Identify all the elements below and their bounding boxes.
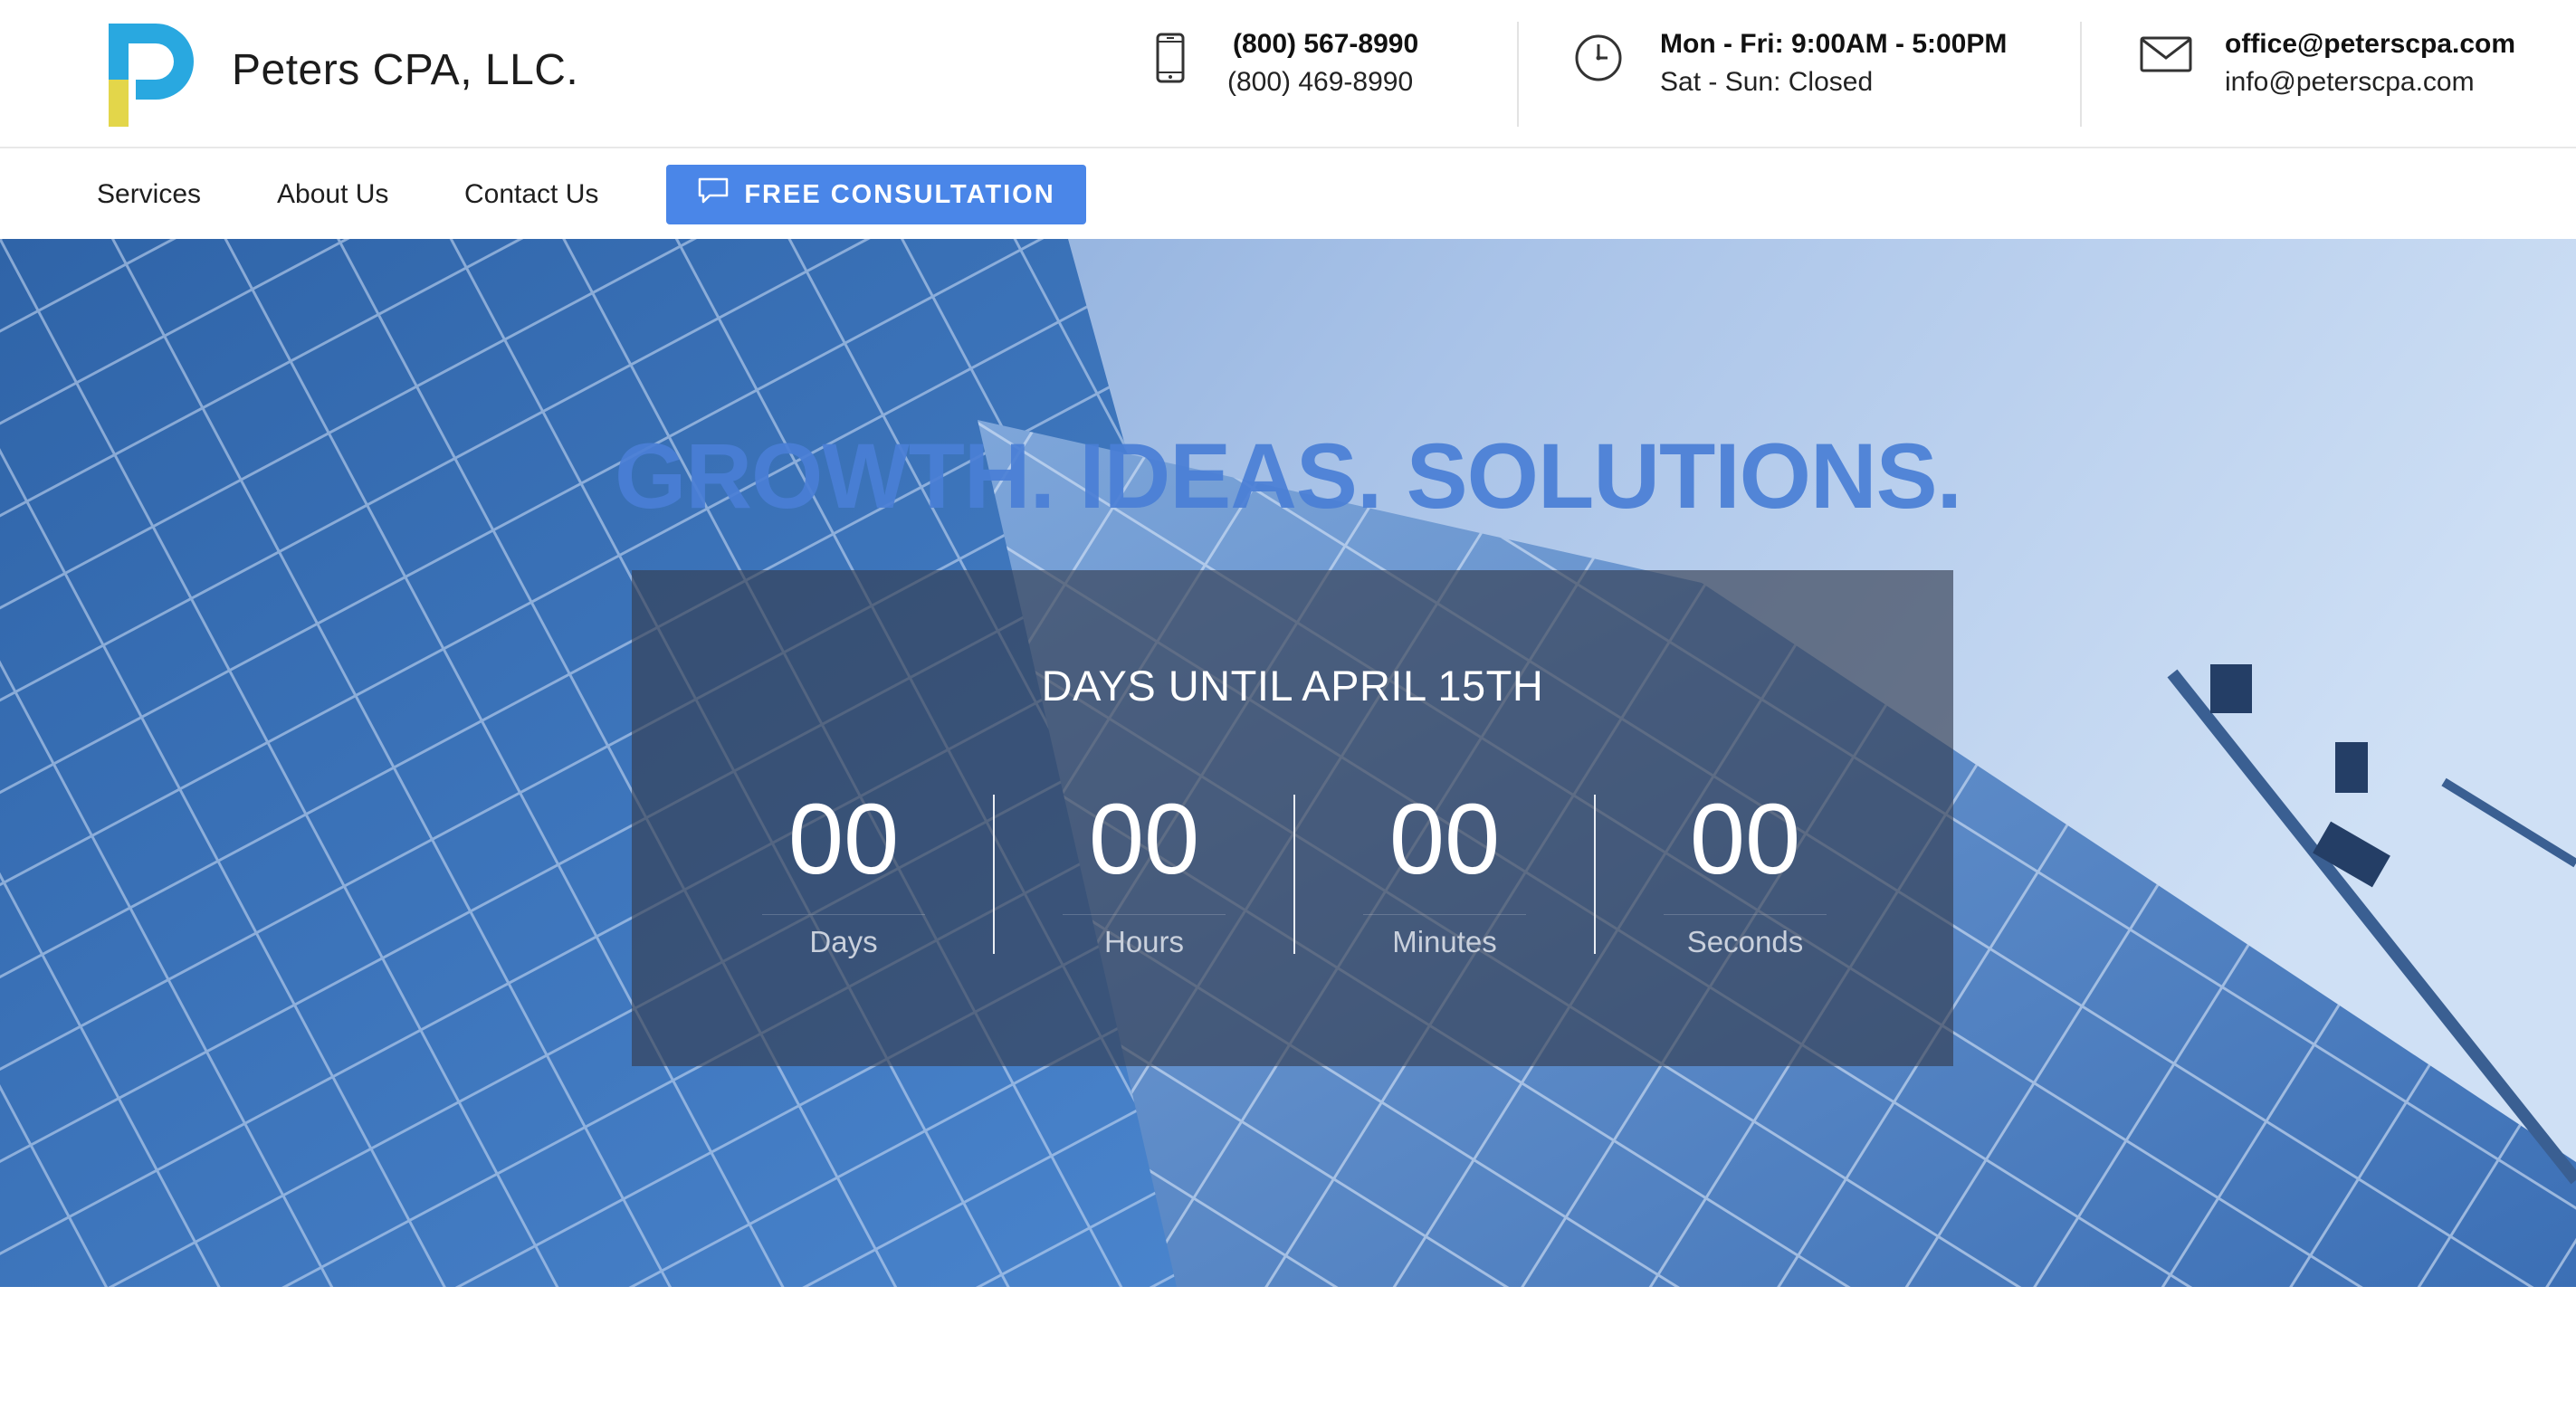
countdown-underline [1363, 914, 1526, 915]
free-consultation-button[interactable]: FREE CONSULTATION [666, 165, 1086, 224]
hours-weekdays: Mon - Fri: 9:00AM - 5:00PM [1660, 29, 2008, 59]
countdown-underline [1664, 914, 1827, 915]
logo-icon[interactable] [109, 24, 205, 127]
countdown-timer: 00 Days 00 Hours 00 Minutes 00 Seconds [693, 787, 1895, 968]
email-secondary-link[interactable]: info@peterscpa.com [2225, 67, 2475, 98]
office-hours: Mon - Fri: 9:00AM - 5:00PM Sat - Sun: Cl… [1573, 27, 2062, 118]
free-consultation-label: FREE CONSULTATION [744, 179, 1055, 209]
hero-headline: GROWTH. IDEAS. SOLUTIONS. [614, 424, 1962, 528]
countdown-value: 00 [1689, 784, 1801, 895]
nav-item-services[interactable]: Services [97, 179, 201, 210]
countdown-panel: DAYS UNTIL APRIL 15TH 00 Days 00 Hours 0… [632, 570, 1953, 1066]
main-nav: Services About Us Contact Us FREE CONSUL… [0, 150, 2576, 239]
phone-primary-link[interactable]: (800) 567-8990 [1233, 29, 1418, 60]
countdown-title: DAYS UNTIL APRIL 15TH [1041, 662, 1544, 710]
countdown-underline [762, 914, 925, 915]
site-header: Peters CPA, LLC. (800) 567-8990 (800) 46… [0, 0, 2576, 148]
countdown-minutes: 00 Minutes [1294, 787, 1595, 968]
envelope-icon [2140, 36, 2192, 77]
clock-icon [1573, 33, 1624, 88]
countdown-label: Hours [1103, 925, 1185, 958]
nav-item-about-us[interactable]: About Us [277, 179, 388, 210]
hero-banner: GROWTH. IDEAS. SOLUTIONS. DAYS UNTIL APR… [0, 239, 2576, 1287]
nav-item-contact-us[interactable]: Contact Us [464, 179, 598, 210]
header-divider [1517, 22, 1519, 127]
countdown-value: 00 [1388, 784, 1501, 895]
countdown-days: 00 Days [693, 787, 994, 968]
email-primary-link[interactable]: office@peterscpa.com [2225, 29, 2515, 60]
countdown-label: Seconds [1686, 925, 1804, 958]
brand-name[interactable]: Peters CPA, LLC. [232, 45, 578, 95]
phone-contact: (800) 567-8990 (800) 469-8990 [1150, 27, 1475, 118]
header-divider [2080, 22, 2082, 127]
hours-weekend: Sat - Sun: Closed [1660, 67, 1874, 97]
chat-bubble-icon [697, 176, 730, 213]
countdown-label: Minutes [1392, 925, 1497, 958]
countdown-seconds: 00 Seconds [1595, 787, 1895, 968]
countdown-value: 00 [1088, 784, 1200, 895]
countdown-underline [1063, 914, 1226, 915]
countdown-label: Days [809, 925, 878, 958]
email-contact: office@peterscpa.com info@peterscpa.com [2136, 27, 2571, 118]
countdown-hours: 00 Hours [994, 787, 1294, 968]
phone-secondary-link[interactable]: (800) 469-8990 [1227, 67, 1413, 98]
countdown-value: 00 [787, 784, 900, 895]
mobile-phone-icon [1155, 33, 1186, 88]
